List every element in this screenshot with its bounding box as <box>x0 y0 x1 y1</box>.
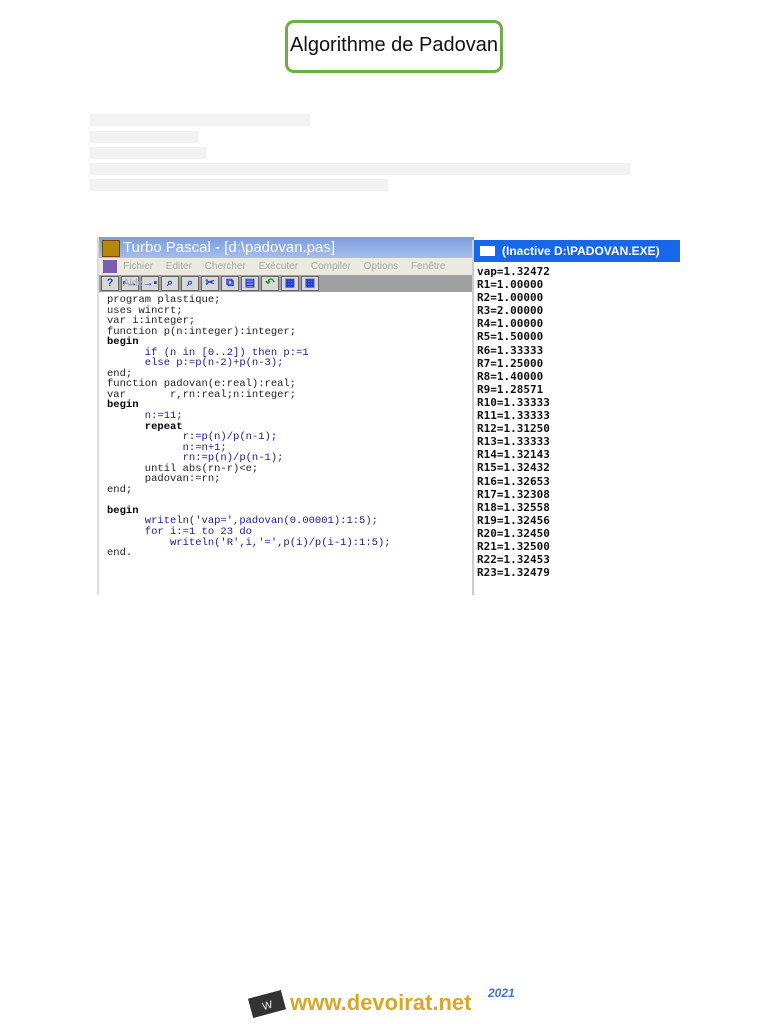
code-line: var r,rn:real;n:integer; <box>107 388 297 401</box>
search-replace-icon[interactable]: ⌕ <box>161 276 179 291</box>
output-line: R11=1.33333 <box>477 409 550 423</box>
output-line: R22=1.32453 <box>477 553 550 567</box>
output-line: R13=1.33333 <box>477 435 550 449</box>
help-icon[interactable]: ? <box>101 276 119 291</box>
code-line: end. <box>107 547 133 560</box>
undo-icon[interactable]: ↶ <box>261 276 279 291</box>
year: 2021 <box>488 986 515 1000</box>
output-line: R23=1.32479 <box>477 566 550 580</box>
code-line: end; <box>107 483 133 496</box>
blurred-text <box>90 131 198 143</box>
menu-fenetre[interactable]: Fenêtre <box>411 261 445 272</box>
menu-executer[interactable]: Exécuter <box>259 261 298 272</box>
output-line: R5=1.50000 <box>477 330 544 344</box>
blurred-text <box>90 147 206 159</box>
output-line: R8=1.40000 <box>477 369 544 383</box>
copy-icon[interactable]: ⧉ <box>221 276 239 291</box>
output-console: vap=1.32472 R1=1.00000 R2=1.00000 R3=2.0000… <box>474 262 680 579</box>
output-title-bar[interactable]: (Inactive D:\PADOVAN.EXE) <box>474 240 680 262</box>
menu-compiler[interactable]: Compiler <box>311 261 351 272</box>
output-line: R21=1.32500 <box>477 539 550 553</box>
output-line: R6=1.33333 <box>477 343 544 357</box>
compile-icon[interactable]: ▦ <box>281 276 299 291</box>
output-line: R18=1.32558 <box>477 500 550 514</box>
output-title: (Inactive D:\PADOVAN.EXE) <box>502 244 660 258</box>
output-line: vap=1.32472 <box>477 265 550 278</box>
editor-title: Turbo Pascal - [d:\padovan.pas] <box>123 239 336 256</box>
blurred-text <box>90 179 388 191</box>
blurred-text <box>90 114 310 126</box>
code-line: else p:=p(n-2)+p(n-3); <box>107 357 284 370</box>
code-editor[interactable]: program plastique; uses wincrt; var i:inte… <box>99 292 474 559</box>
code-line: function p(n:integer):integer; <box>107 325 297 338</box>
code-line: n:=11; <box>107 410 183 423</box>
turbo-pascal-logo-icon <box>102 240 120 257</box>
footer-logo: w www.devoirat.net 2021 <box>247 986 515 1019</box>
output-line: R16=1.32653 <box>477 474 550 488</box>
output-line: R4=1.00000 <box>477 317 544 331</box>
output-line: R20=1.32450 <box>477 526 550 540</box>
output-window: (Inactive D:\PADOVAN.EXE) vap=1.32472 R1=… <box>472 240 680 595</box>
output-line: R12=1.31250 <box>477 422 550 436</box>
menu-editer[interactable]: Editer <box>166 261 192 272</box>
search-icon[interactable]: ⌕ <box>181 276 199 291</box>
output-line: R7=1.25000 <box>477 356 544 370</box>
output-line: R10=1.33333 <box>477 395 550 409</box>
code-line: padovan:=rn; <box>107 473 221 486</box>
menu-aide[interactable]: Aide <box>123 278 143 289</box>
output-line: R2=1.00000 <box>477 291 544 305</box>
run-icon[interactable]: ▦ <box>301 276 319 291</box>
menu-bar: Fichier Editer Chercher Exécuter Compile… <box>99 258 474 289</box>
turbo-pascal-window: Turbo Pascal - [d:\padovan.pas] Fichier … <box>97 237 474 595</box>
output-line: R19=1.32456 <box>477 513 550 527</box>
menu-chercher[interactable]: Chercher <box>205 261 246 272</box>
output-line: R9=1.28571 <box>477 382 544 396</box>
paste-icon[interactable]: ▤ <box>241 276 259 291</box>
code-line: for i:=1 to 23 do <box>107 526 252 539</box>
output-line: R3=2.00000 <box>477 304 544 318</box>
output-line: R14=1.32143 <box>477 448 550 462</box>
blurred-text <box>90 163 630 175</box>
menu-options[interactable]: Options <box>364 261 398 272</box>
toolbar: ? ▪→ →▪ ⌕ ⌕ ✂ ⧉ ▤ ↶ ▦ ▦ <box>99 275 474 292</box>
code-line: program plastique; <box>107 294 221 306</box>
output-line: R15=1.32432 <box>477 461 550 475</box>
chalkboard-icon: w <box>247 990 287 1019</box>
output-line: R1=1.00000 <box>477 278 544 292</box>
code-line: writeln('R',i,'=',p(i)/p(i-1):1:5); <box>107 536 391 549</box>
window-icon <box>480 246 495 256</box>
editor-title-bar[interactable]: Turbo Pascal - [d:\padovan.pas] <box>99 237 474 258</box>
document-icon[interactable] <box>103 260 117 273</box>
menu-fichier[interactable]: Fichier <box>123 261 153 272</box>
heading: Algorithme de Padovan <box>290 34 498 56</box>
output-line: R17=1.32308 <box>477 487 550 501</box>
cut-icon[interactable]: ✂ <box>201 276 219 291</box>
heading-box: Algorithme de Padovan <box>285 20 503 73</box>
site-name: www.devoirat.net <box>290 990 472 1015</box>
